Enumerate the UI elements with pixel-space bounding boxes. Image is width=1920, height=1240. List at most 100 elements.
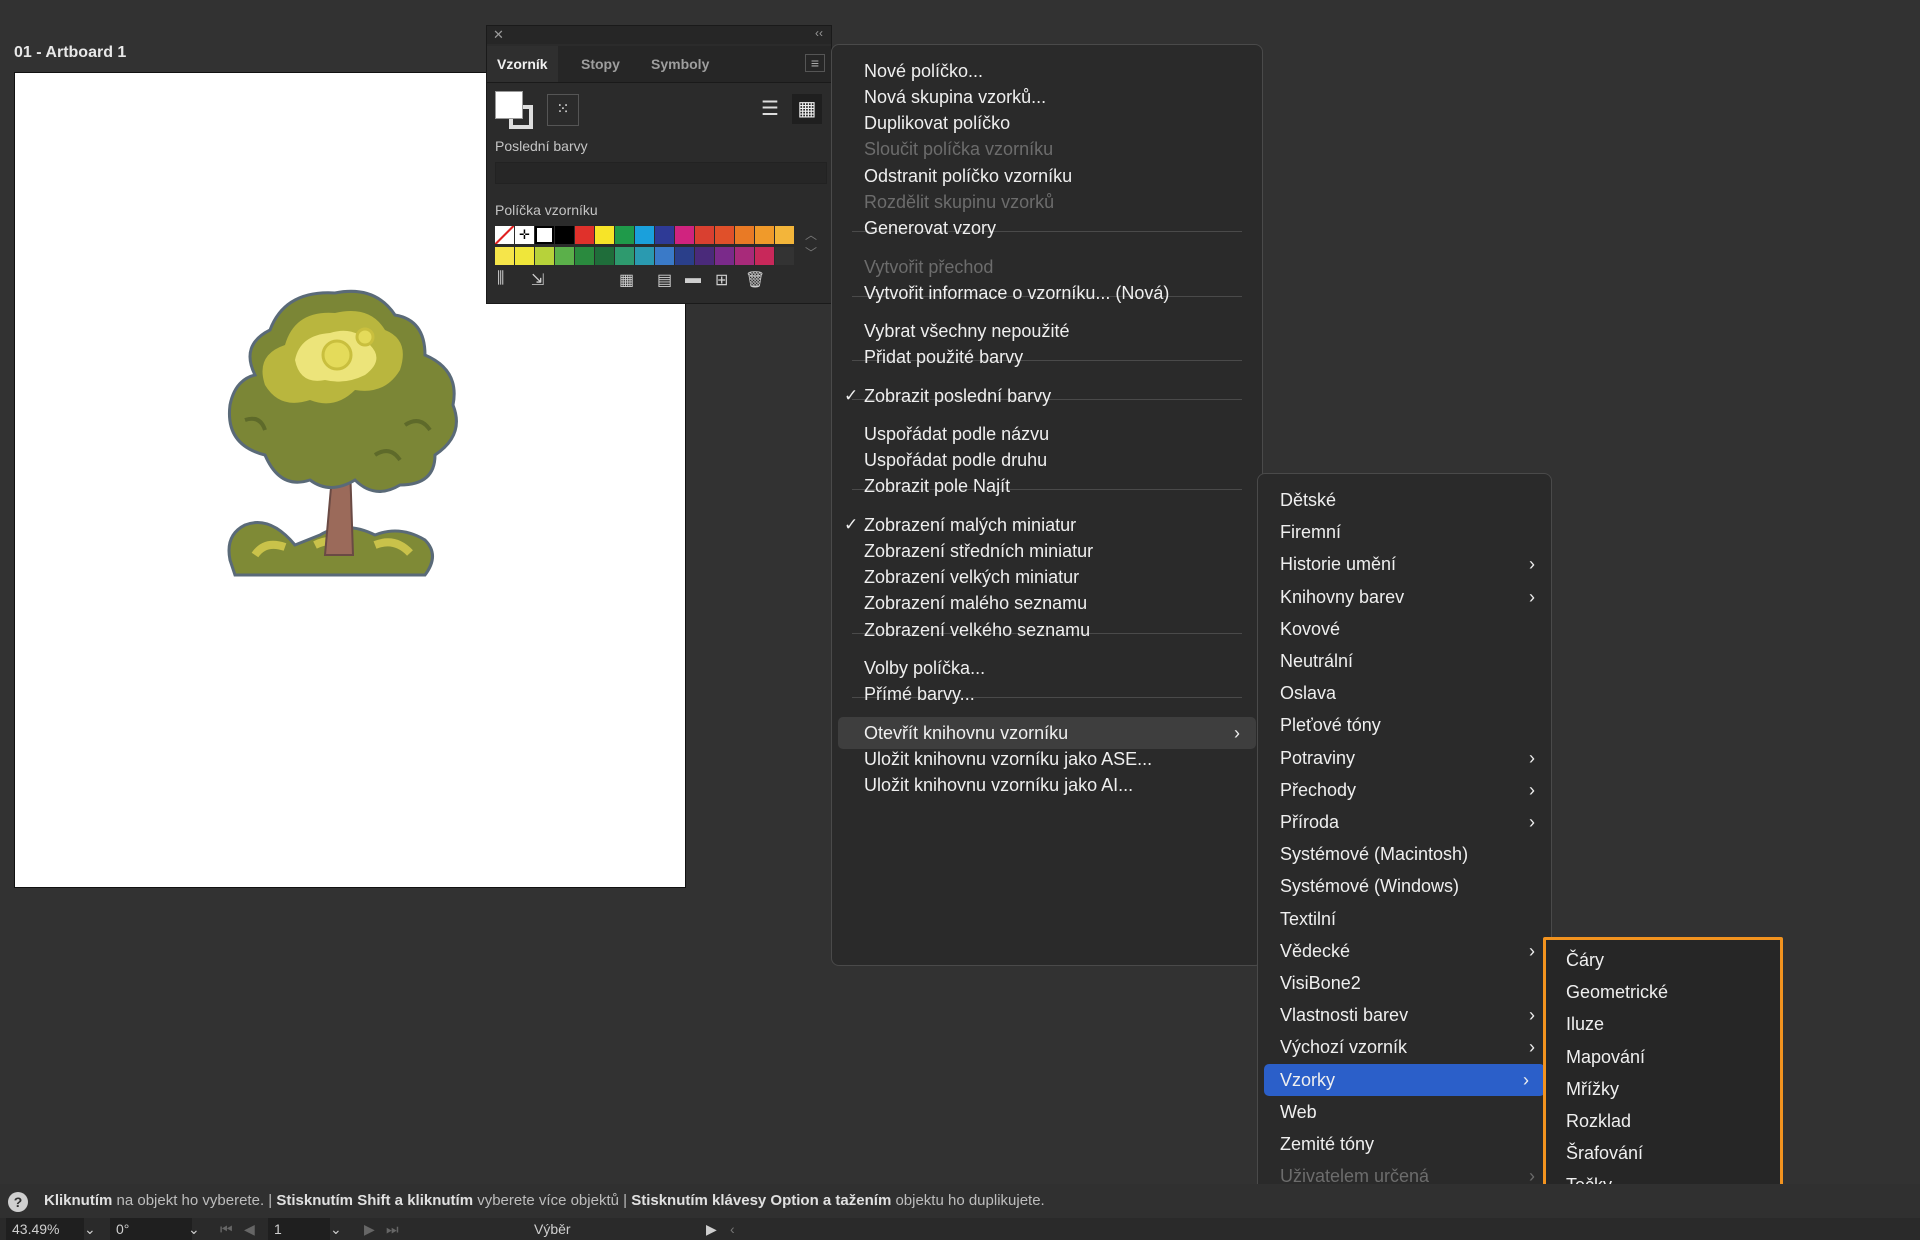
swatch[interactable] bbox=[675, 226, 694, 244]
swatch[interactable] bbox=[495, 247, 514, 265]
swatch[interactable] bbox=[715, 247, 734, 265]
swatch[interactable] bbox=[755, 247, 774, 265]
menu-item-zobrazeni-velkeho-seznamu[interactable]: Zobrazení velkého seznamu bbox=[832, 614, 1262, 646]
new-swatch-icon[interactable]: ⊞ bbox=[715, 270, 728, 290]
library-item-vedecke[interactable]: Vědecké › bbox=[1258, 935, 1551, 967]
pattern-item-mrizky[interactable]: Mřížky bbox=[1546, 1073, 1780, 1105]
swatch[interactable] bbox=[555, 247, 574, 265]
library-item-firemni[interactable]: Firemní bbox=[1258, 516, 1551, 548]
pattern-item-rozklad[interactable]: Rozklad bbox=[1546, 1105, 1780, 1137]
swatch[interactable] bbox=[535, 226, 554, 244]
first-artboard-icon[interactable]: ⏮ bbox=[220, 1218, 233, 1240]
next-artboard-icon[interactable]: ▶ bbox=[364, 1218, 375, 1240]
swatch[interactable] bbox=[615, 226, 634, 244]
swatch[interactable] bbox=[575, 247, 594, 265]
swatch[interactable] bbox=[515, 247, 534, 265]
last-artboard-icon[interactable]: ⏭ bbox=[386, 1218, 399, 1240]
panel-menu-icon[interactable]: ≡ bbox=[805, 54, 825, 72]
swatch-scroll-arrows[interactable]: ︿ ﹀ bbox=[805, 226, 817, 262]
library-item-kovove[interactable]: Kovové bbox=[1258, 613, 1551, 645]
pattern-item-geometricke[interactable]: Geometrické bbox=[1546, 976, 1780, 1008]
menu-item-pridat-pouzite-barvy[interactable]: Přidat použité barvy bbox=[832, 341, 1262, 373]
rotation-field[interactable]: 0° bbox=[110, 1218, 192, 1240]
swatch[interactable] bbox=[755, 226, 774, 244]
library-item-vzorky[interactable]: Vzorky › bbox=[1264, 1063, 1545, 1096]
chevron-down-icon[interactable]: ⌄ bbox=[84, 1218, 96, 1240]
library-item-neutralni[interactable]: Neutrální bbox=[1258, 645, 1551, 677]
list-view-icon[interactable]: ☰ bbox=[755, 94, 785, 124]
new-group-folder-icon[interactable]: ▬ bbox=[685, 270, 701, 288]
chevron-down-icon[interactable]: ⌄ bbox=[330, 1218, 342, 1240]
menu-item-zobrazit-posledni-barvy[interactable]: ✓ Zobrazit poslední barvy bbox=[832, 380, 1262, 412]
library-item-knihovny-barev[interactable]: Knihovny barev › bbox=[1258, 581, 1551, 613]
pattern-item-srafovani[interactable]: Šrafování bbox=[1546, 1137, 1780, 1169]
swatch[interactable] bbox=[655, 226, 674, 244]
swatch[interactable] bbox=[535, 247, 554, 265]
swatch[interactable] bbox=[575, 226, 594, 244]
library-item-web[interactable]: Web bbox=[1258, 1096, 1551, 1128]
swatch[interactable] bbox=[555, 226, 574, 244]
swatch[interactable] bbox=[735, 226, 754, 244]
play-icon[interactable]: ▶ bbox=[706, 1218, 717, 1240]
help-icon[interactable]: ? bbox=[8, 1192, 28, 1212]
swatch[interactable] bbox=[675, 247, 694, 265]
tab-symbols[interactable]: Symboly bbox=[641, 46, 719, 82]
swatch-options-icon[interactable]: ▤ bbox=[657, 270, 672, 290]
close-icon[interactable]: ✕ bbox=[493, 27, 504, 43]
swatch[interactable] bbox=[635, 226, 654, 244]
tree-illustration[interactable] bbox=[225, 285, 495, 590]
swatch[interactable] bbox=[715, 226, 734, 244]
tab-brushes[interactable]: Stopy bbox=[571, 46, 630, 82]
collapse-icon[interactable]: ‹‹ bbox=[815, 26, 823, 40]
pattern-item-iluze[interactable]: Iluze bbox=[1546, 1008, 1780, 1040]
swatch-registration[interactable]: ✛ bbox=[515, 226, 534, 244]
library-item-detske[interactable]: Dětské bbox=[1258, 484, 1551, 516]
menu-item-vytvorit-informace-o-vzorniku-nova[interactable]: Vytvořit informace o vzorníku... (Nová) bbox=[832, 277, 1262, 309]
library-item-vychozi-vzornik[interactable]: Výchozí vzorník › bbox=[1258, 1031, 1551, 1063]
library-item-systemove-macintosh[interactable]: Systémové (Macintosh) bbox=[1258, 838, 1551, 870]
library-item-oslava[interactable]: Oslava bbox=[1258, 677, 1551, 709]
swatch[interactable] bbox=[775, 226, 794, 244]
library-item-systemove-windows[interactable]: Systémové (Windows) bbox=[1258, 870, 1551, 902]
menu-item-zobrazit-pole-najit[interactable]: Zobrazit pole Najít bbox=[832, 470, 1262, 502]
library-item-textilni[interactable]: Textilní bbox=[1258, 903, 1551, 935]
swatch-kind-icon[interactable]: ▦ bbox=[619, 270, 634, 290]
library-item-visibone2[interactable]: VisiBone2 bbox=[1258, 967, 1551, 999]
library-item-prechody[interactable]: Přechody › bbox=[1258, 774, 1551, 806]
fill-swatch[interactable] bbox=[495, 91, 523, 119]
swatch[interactable] bbox=[735, 247, 754, 265]
place-swatches-icon[interactable]: ⇲ bbox=[531, 270, 544, 290]
library-item-pletove-tony[interactable]: Pleťové tóny bbox=[1258, 709, 1551, 741]
panel-titlebar[interactable] bbox=[487, 26, 831, 44]
chevron-left-icon[interactable]: ‹ bbox=[730, 1218, 735, 1240]
pattern-item-mapovani[interactable]: Mapování bbox=[1546, 1041, 1780, 1073]
library-item-historie-umeni[interactable]: Historie umění › bbox=[1258, 548, 1551, 580]
swatch[interactable] bbox=[615, 247, 634, 265]
chevron-down-icon[interactable]: ⌄ bbox=[188, 1218, 200, 1240]
menu-item-ulozit-knihovnu-vzorniku-jako-ai[interactable]: Uložit knihovnu vzorníku jako AI... bbox=[832, 769, 1262, 801]
swatch[interactable] bbox=[595, 247, 614, 265]
library-menu-icon[interactable]: ⫼ bbox=[497, 270, 504, 288]
library-item-potraviny[interactable]: Potraviny › bbox=[1258, 742, 1551, 774]
grid-view-icon[interactable]: ▦ bbox=[792, 94, 822, 124]
menu-item-generovat-vzory[interactable]: Generovat vzory bbox=[832, 212, 1262, 244]
library-item-vlastnosti-barev[interactable]: Vlastnosti barev › bbox=[1258, 999, 1551, 1031]
swatch[interactable] bbox=[695, 226, 714, 244]
swatch[interactable] bbox=[775, 247, 794, 265]
artboard-number-field[interactable]: 1 bbox=[268, 1218, 330, 1240]
swatch[interactable] bbox=[595, 226, 614, 244]
menu-item-prime-barvy[interactable]: Přímé barvy... bbox=[832, 678, 1262, 710]
pattern-item-cary[interactable]: Čáry bbox=[1546, 944, 1780, 976]
swatch[interactable] bbox=[695, 247, 714, 265]
zoom-field[interactable]: 43.49% bbox=[6, 1218, 84, 1240]
trash-icon[interactable]: 🗑 bbox=[745, 270, 765, 290]
prev-artboard-icon[interactable]: ◀ bbox=[244, 1218, 255, 1240]
library-item-priroda[interactable]: Příroda › bbox=[1258, 806, 1551, 838]
swatch[interactable] bbox=[635, 247, 654, 265]
library-item-zemite-tony[interactable]: Zemité tóny bbox=[1258, 1128, 1551, 1160]
swatch[interactable] bbox=[655, 247, 674, 265]
pattern-icon[interactable]: ⁙ bbox=[547, 94, 579, 126]
tab-swatches[interactable]: Vzorník bbox=[487, 46, 558, 82]
swatch-none[interactable] bbox=[495, 226, 514, 244]
fill-stroke-widget[interactable] bbox=[495, 91, 535, 131]
